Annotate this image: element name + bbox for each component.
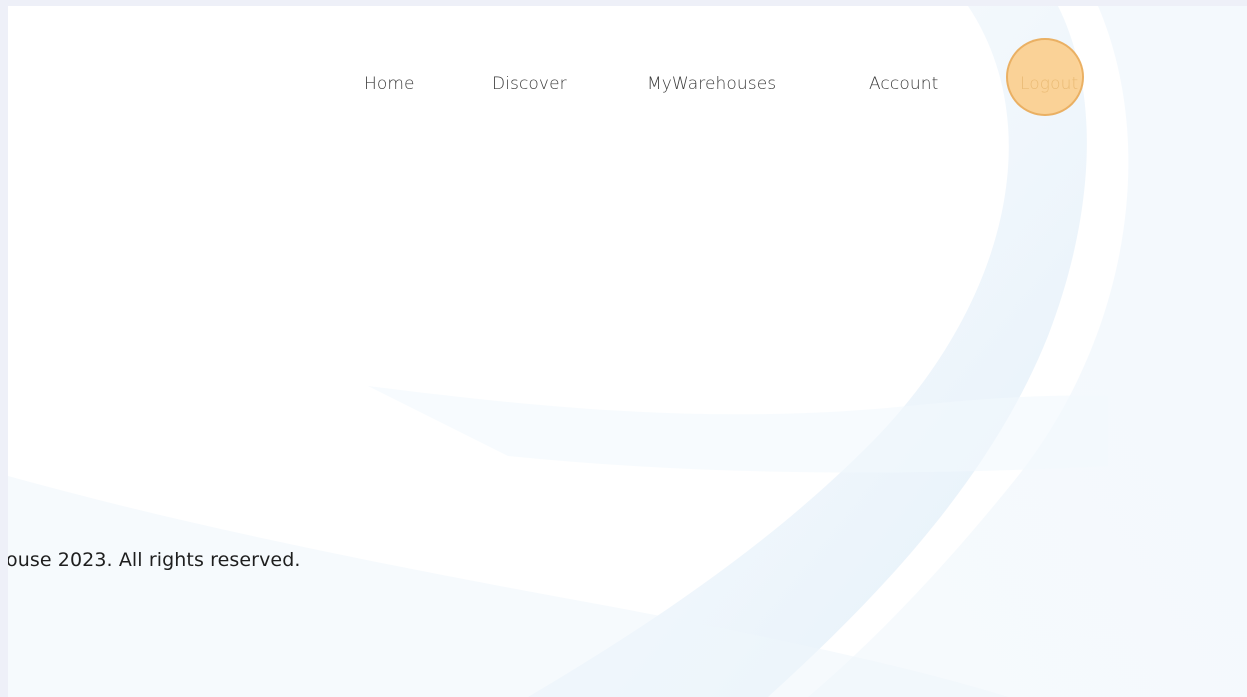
wave-shape-1 xyxy=(528,6,1087,697)
nav-discover-link[interactable]: Discover xyxy=(492,66,567,102)
nav-home-link[interactable]: Home xyxy=(364,66,415,102)
main-navigation: Home Discover MyWarehouses Account Logou… xyxy=(8,66,1247,102)
nav-account-link[interactable]: Account xyxy=(869,66,938,102)
nav-mywarehouses-link[interactable]: MyWarehouses xyxy=(647,66,776,102)
nav-logout-link[interactable]: Logout xyxy=(1020,66,1078,102)
page-viewport: Home Discover MyWarehouses Account Logou… xyxy=(8,6,1247,697)
wave-shape-4 xyxy=(368,386,1108,473)
background-waves-decoration xyxy=(8,6,1247,697)
wave-shape-2 xyxy=(808,6,1247,697)
footer-copyright: ouse 2023. All rights reserved. xyxy=(8,549,301,571)
wave-shape-3 xyxy=(8,476,1008,697)
